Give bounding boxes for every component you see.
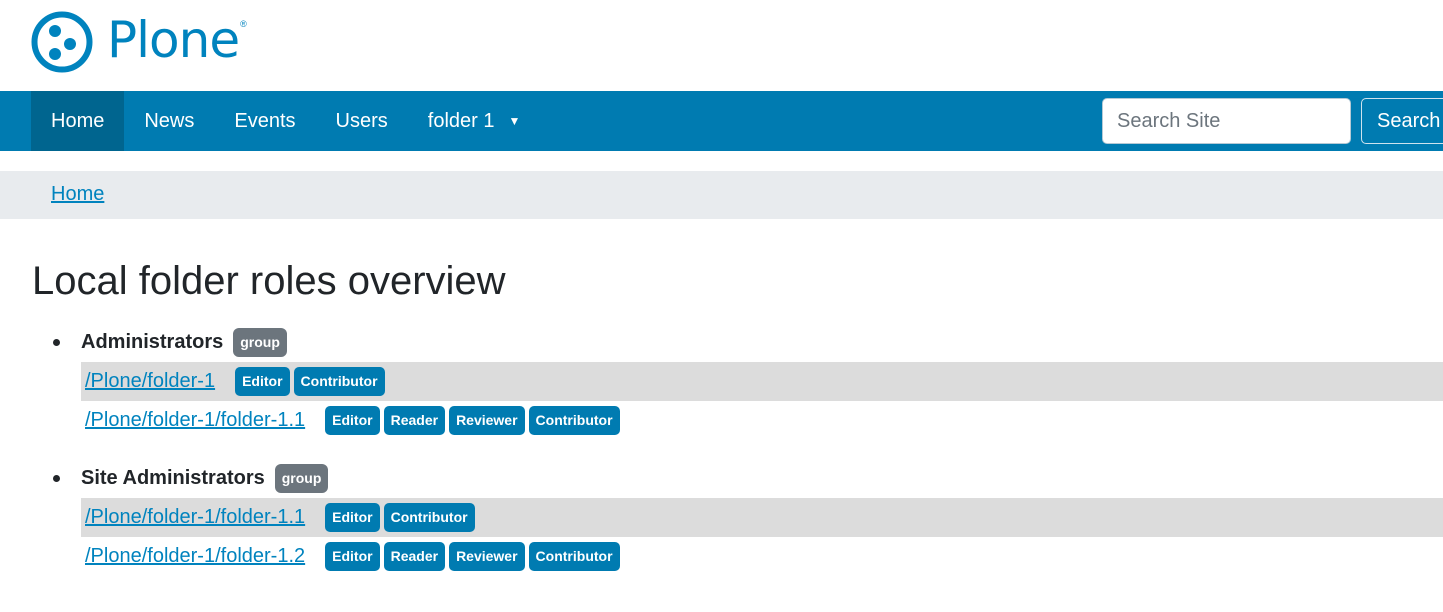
- role-badge: Contributor: [528, 406, 620, 435]
- folder-path-link[interactable]: /Plone/folder-1: [85, 370, 215, 393]
- group-name: Site Administrators: [81, 466, 265, 489]
- nav-item-users[interactable]: Users: [316, 91, 408, 151]
- site-logo[interactable]: Plone ®: [31, 11, 247, 73]
- nav-label: Users: [335, 109, 388, 132]
- role-badge: Reviewer: [449, 542, 525, 571]
- site-header: Plone ®: [0, 0, 1443, 91]
- nav-label: News: [144, 109, 195, 132]
- logo-text: Plone: [107, 11, 240, 69]
- nav-label: folder 1: [427, 109, 495, 132]
- role-badge: Contributor: [383, 503, 475, 532]
- role-badge: Contributor: [528, 542, 620, 571]
- group-header: Site Administrators group: [0, 458, 1443, 498]
- folder-rows: /Plone/folder-1/folder-1.1 Editor Contri…: [81, 498, 1443, 576]
- role-badge: Editor: [235, 367, 290, 396]
- nav-label: Home: [51, 109, 105, 132]
- role-badge: Contributor: [293, 367, 385, 396]
- group-item: Administrators group /Plone/folder-1 Edi…: [0, 322, 1443, 440]
- nav-item-news[interactable]: News: [124, 91, 214, 151]
- folder-path-link[interactable]: /Plone/folder-1/folder-1.2: [85, 545, 305, 568]
- groups-list: Administrators group /Plone/folder-1 Edi…: [0, 322, 1443, 596]
- nav-item-home[interactable]: Home: [31, 91, 125, 151]
- folder-rows: /Plone/folder-1 Editor Contributor /Plon…: [81, 362, 1443, 440]
- caret-down-icon[interactable]: ▼: [508, 114, 520, 128]
- folder-row: /Plone/folder-1/folder-1.1 Editor Contri…: [81, 498, 1443, 537]
- folder-row: /Plone/folder-1 Editor Contributor: [81, 362, 1443, 401]
- group-badge: group: [274, 463, 329, 493]
- folder-row: /Plone/folder-1/folder-1.2 Editor Reader…: [81, 537, 1443, 576]
- folder-path-link[interactable]: /Plone/folder-1/folder-1.1: [85, 506, 305, 529]
- role-badge: Reader: [383, 406, 446, 435]
- role-badge: Reader: [383, 542, 446, 571]
- breadcrumb: Home: [0, 171, 1443, 219]
- search-input[interactable]: [1102, 98, 1351, 144]
- nav-label: Events: [234, 109, 296, 132]
- registered-mark: ®: [240, 19, 247, 29]
- plone-logo-icon: [31, 11, 93, 73]
- group-header: Administrators group: [0, 322, 1443, 362]
- bullet-icon: [53, 475, 60, 482]
- folder-row: /Plone/folder-1/folder-1.1 Editor Reader…: [81, 401, 1443, 440]
- nav-item-folder-1[interactable]: folder 1 ▼: [408, 91, 541, 151]
- breadcrumb-home-link[interactable]: Home: [51, 183, 104, 206]
- group-item: Site Administrators group /Plone/folder-…: [0, 458, 1443, 576]
- bullet-icon: [53, 339, 60, 346]
- role-badge: Editor: [325, 406, 380, 435]
- role-badge: Reviewer: [449, 406, 525, 435]
- folder-path-link[interactable]: /Plone/folder-1/folder-1.1: [85, 409, 305, 432]
- nav-item-events[interactable]: Events: [214, 91, 315, 151]
- role-badge: Editor: [325, 503, 380, 532]
- group-badge: group: [233, 327, 287, 357]
- group-name: Administrators: [81, 330, 224, 353]
- nav-list: Home News Events Users folder 1 ▼: [31, 91, 540, 151]
- role-badge: Editor: [325, 542, 380, 571]
- search-button[interactable]: Search: [1361, 98, 1443, 144]
- page-title: Local folder roles overview: [32, 259, 506, 303]
